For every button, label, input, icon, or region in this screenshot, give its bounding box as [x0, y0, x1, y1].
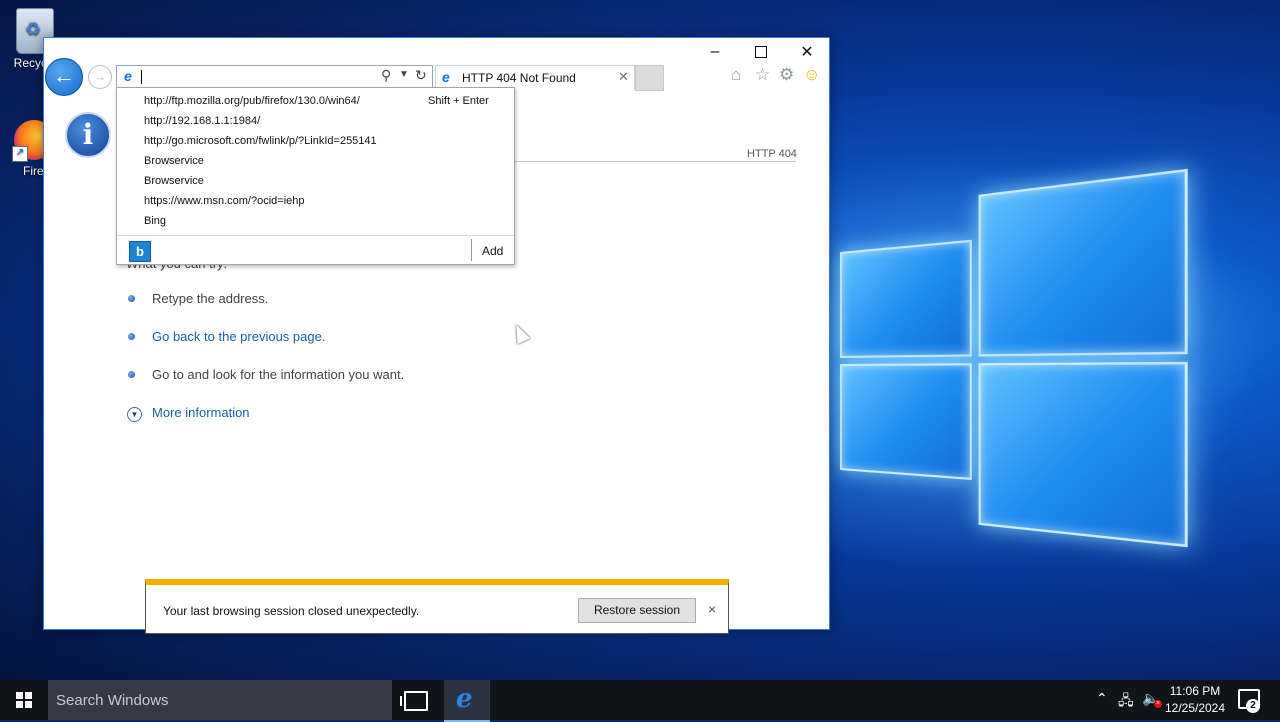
task-view-icon[interactable]	[400, 691, 428, 711]
muted-badge-icon: ×	[1154, 700, 1162, 708]
notification-message: Your last browsing session closed unexpe…	[163, 604, 420, 618]
favorites-star-icon[interactable]: ☆	[755, 65, 770, 85]
internet-explorer-window: – ✕ ← → e ⚲ ▼ ↻ e HTTP 404 Not Found ✕ ⌂…	[43, 37, 830, 634]
feedback-smiley-icon[interactable]: ☺	[803, 65, 820, 85]
autocomplete-item[interactable]: http://192.168.1.1:1984/	[144, 115, 260, 127]
internet-explorer-icon: e	[456, 684, 473, 714]
refresh-icon[interactable]: ↻	[415, 67, 427, 84]
add-search-provider-button[interactable]: Add	[482, 244, 503, 258]
dropdown-divider	[117, 235, 514, 236]
forward-button[interactable]: →	[88, 65, 112, 89]
maximize-icon	[755, 46, 767, 58]
taskbar-search-box[interactable]: Search Windows	[48, 680, 392, 720]
dropdown-vertical-divider	[471, 239, 472, 261]
taskbar: Search Windows e ⌃ 🖧 🔈 × 11:06 PM 12/25/…	[0, 680, 1280, 722]
address-bar[interactable]: e ⚲ ▼ ↻	[116, 65, 433, 89]
bullet-text: Go to and look for the information you w…	[152, 367, 405, 382]
clock-date: 12/25/2024	[1164, 701, 1226, 715]
taskbar-internet-explorer[interactable]: e	[444, 680, 490, 722]
mouse-cursor-icon	[509, 321, 531, 345]
autocomplete-item[interactable]: Browservice	[144, 155, 204, 167]
close-button[interactable]: ✕	[784, 38, 830, 66]
restore-session-button[interactable]: Restore session	[578, 598, 696, 623]
tab-close-icon[interactable]: ✕	[618, 69, 629, 85]
new-tab-button[interactable]	[635, 65, 664, 91]
more-information-label: More information	[152, 405, 250, 420]
chevron-down-icon[interactable]: ▼	[399, 69, 409, 80]
info-icon: i	[65, 112, 111, 158]
bullet-icon	[128, 333, 135, 340]
start-button[interactable]	[0, 680, 48, 720]
http-status-code: HTTP 404	[747, 148, 797, 160]
autocomplete-item[interactable]: http://go.microsoft.com/fwlink/p/?LinkId…	[144, 135, 377, 147]
clock-time: 11:06 PM	[1169, 684, 1221, 698]
shortcut-hint: Shift + Enter	[428, 95, 489, 107]
windows-start-icon	[16, 692, 32, 708]
autocomplete-item[interactable]: Browservice	[144, 175, 204, 187]
minimize-button[interactable]: –	[692, 38, 738, 66]
go-back-link[interactable]: Go back to the previous page.	[152, 329, 325, 344]
bullet-text: Retype the address.	[152, 291, 269, 306]
ie-tab-icon: e	[442, 69, 450, 85]
notification-count-badge: 2	[1246, 699, 1260, 713]
autocomplete-item[interactable]: Bing	[144, 215, 166, 227]
bullet-icon	[128, 371, 135, 378]
tab-title: HTTP 404 Not Found	[462, 71, 576, 85]
bullet-icon	[128, 295, 135, 302]
shortcut-arrow-icon: ↗	[12, 146, 28, 162]
windows-logo	[840, 168, 1188, 575]
address-autocomplete-dropdown: http://ftp.mozilla.org/pub/firefox/130.0…	[116, 87, 515, 265]
autocomplete-item[interactable]: https://www.msn.com/?ocid=iehp	[144, 195, 305, 207]
bing-icon[interactable]: b	[129, 241, 151, 262]
show-hidden-icons-chevron-up-icon[interactable]: ⌃	[1096, 690, 1108, 707]
header-divider	[514, 161, 796, 162]
network-icon[interactable]: 🖧	[1118, 690, 1134, 714]
notification-bar: Your last browsing session closed unexpe…	[145, 579, 729, 634]
gear-icon[interactable]: ⚙	[779, 65, 794, 85]
close-icon[interactable]: ×	[708, 601, 716, 617]
ie-page-icon: e	[124, 68, 132, 84]
chevron-down-circle-icon: ▼	[127, 407, 142, 422]
autocomplete-item[interactable]: http://ftp.mozilla.org/pub/firefox/130.0…	[144, 95, 360, 107]
text-caret	[141, 70, 142, 84]
system-clock[interactable]: 11:06 PM 12/25/2024	[1164, 683, 1226, 717]
home-icon[interactable]: ⌂	[731, 65, 741, 85]
search-icon[interactable]: ⚲	[381, 67, 391, 84]
search-placeholder: Search Windows	[56, 692, 169, 709]
maximize-button[interactable]	[738, 38, 784, 66]
back-button[interactable]: ←	[45, 58, 83, 96]
